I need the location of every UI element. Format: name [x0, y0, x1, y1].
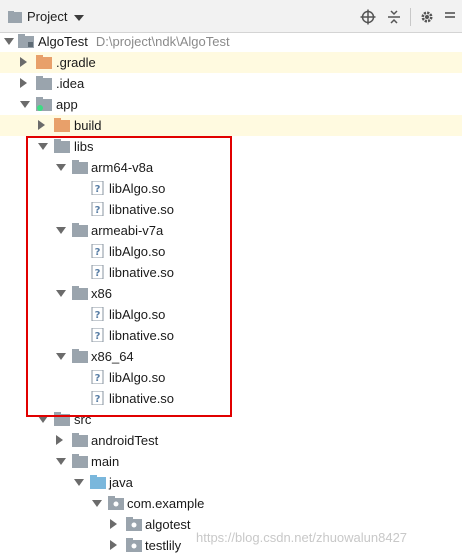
tree-row-main[interactable]: main	[0, 451, 462, 472]
tree-label-idea: .idea	[56, 76, 85, 91]
tree-label-build: build	[74, 118, 102, 133]
hide-panel-icon[interactable]	[442, 9, 458, 25]
tree-row-java[interactable]: java	[0, 472, 462, 493]
expand-arrow-icon[interactable]	[92, 500, 102, 507]
tree-label-testlily: testlily	[145, 538, 182, 553]
collapse-arrow-icon[interactable]	[56, 435, 63, 445]
folder-icon	[72, 433, 88, 447]
folder-orange-icon	[54, 118, 70, 132]
toolbar-divider	[410, 8, 411, 26]
chevron-down-icon[interactable]	[74, 15, 84, 21]
collapse-arrow-icon[interactable]	[20, 57, 27, 67]
expand-arrow-icon[interactable]	[56, 458, 66, 465]
folder-icon	[72, 454, 88, 468]
tree-row-androidtest[interactable]: androidTest	[0, 430, 462, 451]
tree-row-root[interactable]: AlgoTest D:\project\ndk\AlgoTest	[0, 31, 462, 52]
package-folder-icon	[126, 538, 142, 552]
project-toolbar: Project	[0, 0, 462, 33]
collapse-arrow-icon[interactable]	[110, 540, 117, 550]
collapse-arrow-icon[interactable]	[110, 519, 117, 529]
package-folder-icon	[108, 496, 124, 510]
tree-label-main: main	[91, 454, 120, 469]
tree-row-gradle[interactable]: .gradle	[0, 52, 462, 73]
tree-row-build[interactable]: build	[0, 115, 462, 136]
tree-label-algotest: algotest	[145, 517, 191, 532]
tree-row-app[interactable]: app	[0, 94, 462, 115]
gear-icon[interactable]	[419, 9, 435, 25]
tree-label-gradle: .gradle	[56, 55, 96, 70]
watermark: https://blog.csdn.net/zhuowalun8427	[196, 530, 408, 545]
tree-label-java: java	[109, 475, 133, 490]
android-module-icon	[36, 97, 52, 111]
collapse-all-icon[interactable]	[386, 9, 402, 25]
crosshair-icon[interactable]	[360, 9, 376, 25]
expand-arrow-icon[interactable]	[38, 416, 48, 423]
source-folder-icon	[90, 475, 106, 489]
collapse-arrow-icon[interactable]	[20, 78, 27, 88]
expand-arrow-icon[interactable]	[74, 479, 84, 486]
folder-orange-icon	[36, 55, 52, 69]
project-window-icon	[8, 11, 22, 23]
libs-highlight-box	[26, 136, 232, 417]
module-folder-icon	[18, 34, 34, 48]
folder-icon	[36, 76, 52, 90]
root-path: D:\project\ndk\AlgoTest	[95, 34, 230, 49]
tree-label-app: app	[56, 97, 78, 112]
tree-row-idea[interactable]: .idea	[0, 73, 462, 94]
tree-label-package: com.example	[127, 496, 205, 511]
collapse-arrow-icon[interactable]	[38, 120, 45, 130]
expand-arrow-icon[interactable]	[4, 38, 14, 45]
expand-arrow-icon[interactable]	[20, 101, 30, 108]
project-view-title[interactable]: Project	[27, 9, 67, 24]
tree-label-root: AlgoTest D:\project\ndk\AlgoTest	[38, 34, 230, 49]
package-folder-icon	[126, 517, 142, 531]
tree-label-androidtest: androidTest	[91, 433, 159, 448]
tree-row-package[interactable]: com.example	[0, 493, 462, 514]
